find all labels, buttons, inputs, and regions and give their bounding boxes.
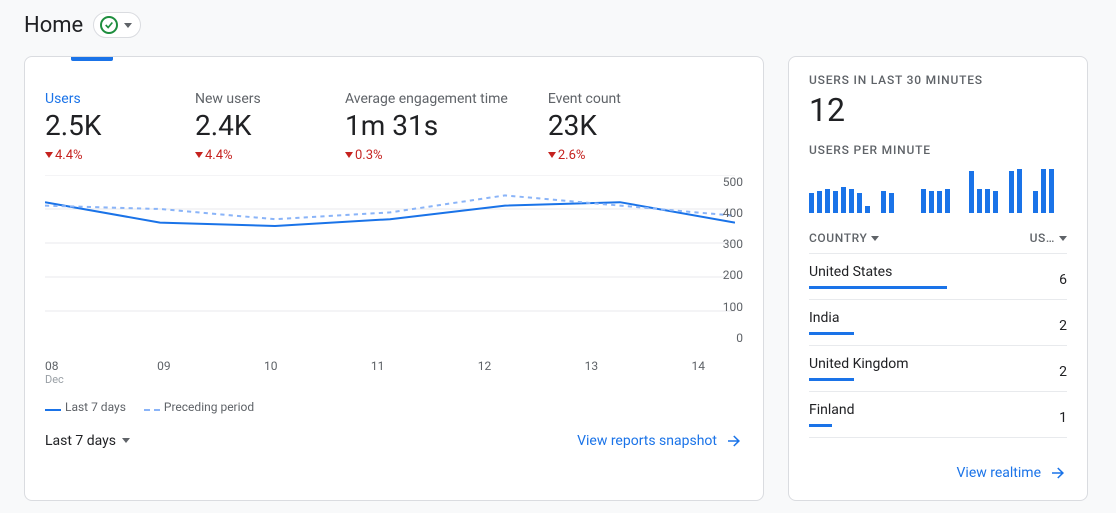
spark-bar [945, 189, 950, 213]
metric-delta: 0.3% [345, 148, 508, 163]
metric-delta: 2.6% [548, 148, 658, 163]
spark-bar [1049, 169, 1054, 213]
table-row: United States 6 [809, 254, 1067, 300]
active-tab-indicator [71, 57, 113, 61]
spark-bar [841, 187, 846, 213]
spark-bar [929, 191, 934, 213]
spark-bar [985, 189, 990, 213]
metric-users[interactable]: Users 2.5K 4.4% [45, 91, 155, 163]
spark-bar [825, 189, 830, 213]
metric-value: 2.4K [195, 111, 305, 142]
realtime-users-value: 12 [809, 91, 1067, 129]
arrow-down-icon [548, 152, 556, 158]
metric-label: Average engagement time [345, 91, 508, 107]
table-row: India 2 [809, 300, 1067, 346]
users-line-chart: 5004003002001000 [45, 175, 743, 355]
table-row: Finland 1 [809, 392, 1067, 438]
country-users: 2 [1059, 318, 1067, 334]
spark-bar [881, 191, 886, 213]
realtime-users-label: USERS IN LAST 30 MINUTES [809, 73, 1067, 87]
arrow-right-icon [725, 432, 743, 450]
table-row: United Kingdom 2 [809, 346, 1067, 392]
chevron-down-icon [1059, 236, 1067, 241]
country-name: India [809, 310, 1059, 326]
metric-label: Users [45, 91, 155, 107]
users-per-minute-label: USERS PER MINUTE [809, 143, 1067, 157]
arrow-down-icon [345, 152, 353, 158]
country-bar [809, 424, 832, 427]
country-users: 1 [1059, 410, 1067, 426]
spark-bar [817, 191, 822, 213]
users-per-minute-sparkline [809, 167, 1067, 213]
metric-value: 23K [548, 111, 658, 142]
metric-average-engagement-time[interactable]: Average engagement time 1m 31s 0.3% [345, 91, 508, 163]
spark-bar [849, 189, 854, 213]
country-name: United States [809, 264, 1059, 280]
country-bar [809, 378, 854, 381]
chevron-down-icon [124, 23, 132, 28]
metric-value: 2.5K [45, 111, 155, 142]
spark-bar [977, 189, 982, 213]
country-bar [809, 286, 947, 289]
status-dropdown[interactable] [93, 12, 141, 38]
metric-delta: 4.4% [45, 148, 155, 163]
country-users: 6 [1059, 272, 1067, 288]
country-name: United Kingdom [809, 356, 1059, 372]
page-title: Home [24, 13, 83, 38]
metric-new-users[interactable]: New users 2.4K 4.4% [195, 91, 305, 163]
metric-label: Event count [548, 91, 658, 107]
spark-bar [857, 193, 862, 213]
spark-bar [969, 171, 974, 213]
users-column-header[interactable]: US… [1030, 231, 1067, 245]
spark-bar [809, 193, 814, 213]
date-range-picker[interactable]: Last 7 days [45, 433, 130, 449]
spark-bar [993, 191, 998, 213]
country-bar [809, 332, 854, 335]
realtime-card: USERS IN LAST 30 MINUTES 12 USERS PER MI… [788, 56, 1088, 501]
view-reports-snapshot-link[interactable]: View reports snapshot [577, 432, 743, 450]
country-name: Finland [809, 402, 1059, 418]
overview-card: Users 2.5K 4.4% New users 2.4K 4.4% Aver… [24, 56, 764, 501]
arrow-right-icon [1049, 464, 1067, 482]
spark-bar [833, 191, 838, 213]
spark-bar [1017, 169, 1022, 213]
arrow-down-icon [45, 152, 53, 158]
chevron-down-icon [122, 438, 130, 443]
spark-bar [865, 206, 870, 213]
check-circle-icon [100, 16, 118, 34]
metric-delta: 4.4% [195, 148, 305, 163]
metric-label: New users [195, 91, 305, 107]
spark-bar [937, 191, 942, 213]
spark-bar [921, 189, 926, 213]
metric-value: 1m 31s [345, 111, 508, 142]
chevron-down-icon [871, 236, 879, 241]
chart-legend: Last 7 days Preceding period [45, 400, 743, 414]
arrow-down-icon [195, 152, 203, 158]
country-users: 2 [1059, 364, 1067, 380]
spark-bar [1041, 169, 1046, 213]
country-column-header[interactable]: COUNTRY [809, 231, 879, 245]
metric-event-count[interactable]: Event count 23K 2.6% [548, 91, 658, 163]
spark-bar [889, 193, 894, 213]
view-realtime-link[interactable]: View realtime [957, 464, 1067, 482]
spark-bar [1033, 191, 1038, 213]
spark-bar [1009, 171, 1014, 213]
